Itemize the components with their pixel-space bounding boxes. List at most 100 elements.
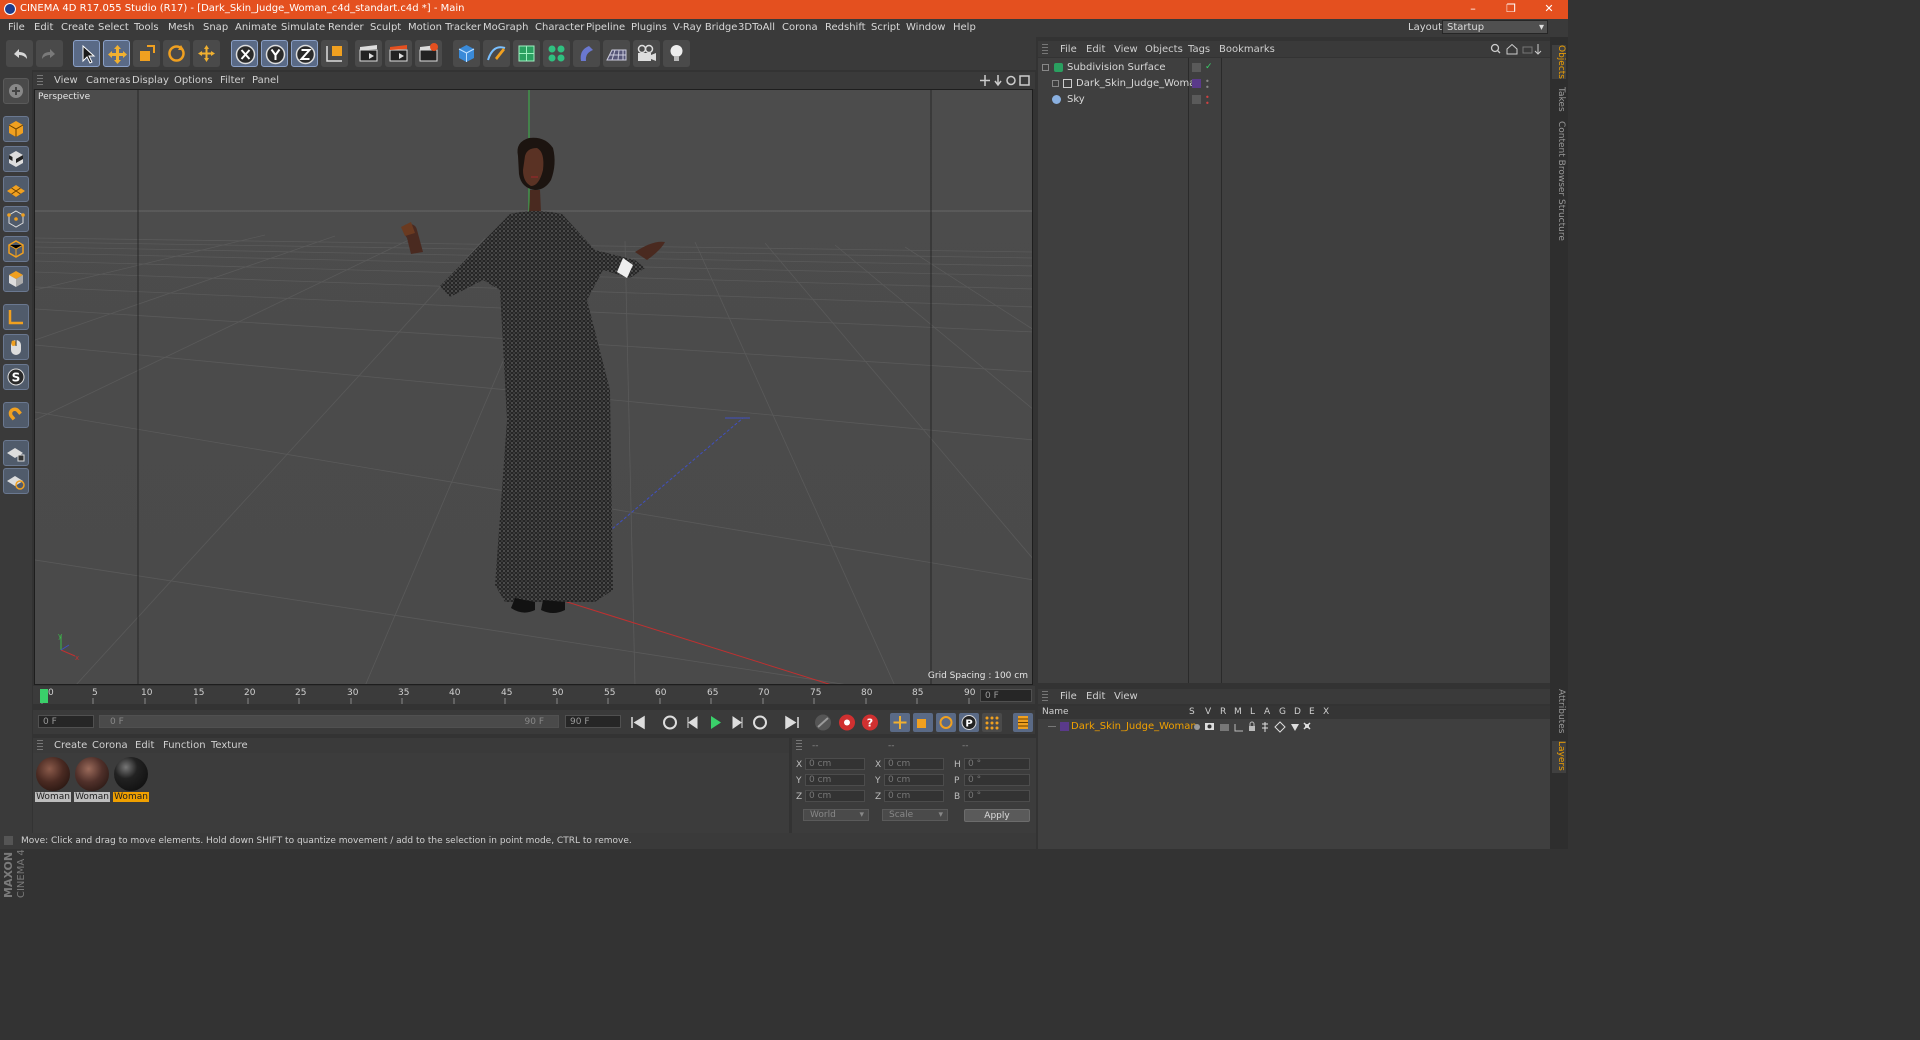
start-frame-field[interactable]: 0 F	[38, 715, 94, 728]
material-swatch-1[interactable]: Woman	[35, 757, 71, 803]
visibility-dots-icon[interactable]: • •	[1205, 78, 1214, 92]
autokeying-icon[interactable]: ?	[860, 713, 880, 732]
viewport-menu-panel[interactable]: Panel	[252, 75, 279, 86]
layer-menu-edit[interactable]: Edit	[1086, 691, 1105, 702]
menu-vray-bridge[interactable]: V-Ray Bridge	[673, 22, 737, 33]
column-animation[interactable]: A	[1264, 707, 1270, 717]
menu-window[interactable]: Window	[906, 22, 945, 33]
coordinate-space-dropdown[interactable]: World ▾	[803, 809, 869, 821]
tab-attributes[interactable]: Attributes	[1552, 689, 1566, 737]
object-row-subdivision-surface[interactable]: Subdivision Surface ✓	[1038, 60, 1550, 76]
frame-range-slider[interactable]: 0 F 90 F	[99, 715, 559, 728]
menu-redshift[interactable]: Redshift	[825, 22, 866, 33]
rotate-tool[interactable]	[163, 40, 190, 67]
column-generators[interactable]: G	[1279, 707, 1286, 717]
search-icon[interactable]	[1490, 43, 1500, 53]
menu-animate[interactable]: Animate	[235, 22, 277, 33]
add-cube-button[interactable]	[453, 40, 480, 67]
object-menu-objects[interactable]: Objects	[1145, 44, 1183, 55]
pos-x-field[interactable]: 0 cm	[805, 758, 865, 770]
add-cloner-button[interactable]	[543, 40, 570, 67]
home-icon[interactable]	[1506, 43, 1518, 55]
record-keyframe-icon[interactable]	[837, 713, 857, 732]
object-menu-edit[interactable]: Edit	[1086, 44, 1105, 55]
render-view-button[interactable]	[355, 40, 382, 67]
previous-frame-icon[interactable]	[683, 713, 703, 732]
size-mode-dropdown[interactable]: Scale ▾	[882, 809, 948, 821]
menu-3dtoall[interactable]: 3DToAll	[738, 22, 775, 33]
column-render[interactable]: R	[1220, 707, 1226, 717]
timeline-ruler[interactable]: 0 5 10 15 20 25 30 35 40 45 50 55 60 65 …	[33, 686, 1035, 704]
tab-takes[interactable]: Takes	[1552, 87, 1566, 115]
next-frame-icon[interactable]	[727, 713, 747, 732]
end-frame-field[interactable]: 90 F	[565, 715, 621, 728]
object-menu-view[interactable]: View	[1114, 44, 1138, 55]
tab-content-browser[interactable]: Content Browser	[1552, 121, 1566, 196]
perspective-viewport[interactable]: y x Perspective Grid Spacing : 100 cm	[34, 89, 1033, 685]
menu-select[interactable]: Select	[98, 22, 129, 33]
menu-corona[interactable]: Corona	[782, 22, 818, 33]
key-scale-icon[interactable]	[913, 713, 933, 732]
go-to-start-icon[interactable]	[628, 713, 648, 732]
coordinate-system-button[interactable]	[321, 40, 348, 67]
add-deformer-button[interactable]	[573, 40, 600, 67]
material-menu-corona[interactable]: Corona	[92, 740, 128, 751]
object-row-dark-skin-judge-woman[interactable]: Dark_Skin_Judge_Woman • •	[1038, 76, 1550, 92]
add-subdivision-surface-button[interactable]	[513, 40, 540, 67]
column-expressions[interactable]: E	[1309, 707, 1315, 717]
planar-workplane-button[interactable]	[3, 468, 29, 494]
current-frame-field[interactable]: 0 F	[980, 689, 1032, 702]
playhead[interactable]	[40, 689, 48, 703]
model-mode-button[interactable]	[3, 116, 29, 142]
points-mode-button[interactable]	[3, 206, 29, 232]
layer-menu-view[interactable]: View	[1114, 691, 1138, 702]
tab-layers[interactable]: Layers	[1552, 741, 1566, 773]
pos-z-field[interactable]: 0 cm	[805, 790, 865, 802]
rot-h-field[interactable]: 0 °	[964, 758, 1030, 770]
menu-create[interactable]: Create	[61, 22, 94, 33]
menu-snap[interactable]: Snap	[203, 22, 228, 33]
key-position-icon[interactable]	[890, 713, 910, 732]
apply-button[interactable]: Apply	[964, 809, 1030, 822]
menu-sculpt[interactable]: Sculpt	[370, 22, 401, 33]
timeline-window-icon[interactable]	[1013, 713, 1033, 732]
menu-pipeline[interactable]: Pipeline	[586, 22, 625, 33]
add-light-button[interactable]	[663, 40, 690, 67]
locked-workplane-button[interactable]	[3, 440, 29, 466]
play-icon[interactable]	[705, 713, 725, 732]
column-solo[interactable]: S	[1189, 707, 1195, 717]
tab-structure[interactable]: Structure	[1552, 199, 1566, 241]
menu-tools[interactable]: Tools	[134, 22, 159, 33]
size-x-field[interactable]: 0 cm	[884, 758, 944, 770]
move-tool[interactable]	[103, 40, 130, 67]
layer-color-swatch[interactable]	[1060, 722, 1069, 731]
column-deformers[interactable]: D	[1294, 707, 1301, 717]
menu-plugins[interactable]: Plugins	[631, 22, 667, 33]
column-visible[interactable]: V	[1205, 707, 1211, 717]
material-swatch-2[interactable]: Woman	[74, 757, 110, 803]
menu-file[interactable]: File	[8, 22, 25, 33]
expand-toggle-icon[interactable]	[1052, 80, 1059, 87]
z-axis-lock-button[interactable]	[291, 40, 318, 67]
close-button[interactable]: ✕	[1530, 0, 1568, 19]
edges-mode-button[interactable]	[3, 236, 29, 262]
add-spline-pen-button[interactable]	[483, 40, 510, 67]
x-axis-lock-button[interactable]	[231, 40, 258, 67]
viewport-menu-filter[interactable]: Filter	[220, 75, 245, 86]
visibility-dots-icon[interactable]: • •	[1205, 94, 1214, 108]
next-keyframe-icon[interactable]	[750, 713, 770, 732]
solo-mode-button[interactable]: S	[3, 364, 29, 390]
pos-y-field[interactable]: 0 cm	[805, 774, 865, 786]
size-y-field[interactable]: 0 cm	[884, 774, 944, 786]
menu-edit[interactable]: Edit	[34, 22, 53, 33]
rot-p-field[interactable]: 0 °	[964, 774, 1030, 786]
menu-help[interactable]: Help	[953, 22, 976, 33]
viewport-menu-options[interactable]: Options	[174, 75, 213, 86]
menu-character[interactable]: Character	[535, 22, 584, 33]
restore-button[interactable]: ❐	[1492, 0, 1530, 19]
make-editable-button[interactable]	[3, 78, 29, 104]
material-swatch-3[interactable]: Woman	[113, 757, 149, 803]
layout-select[interactable]: Startup ▾	[1442, 20, 1548, 34]
viewport-menu-display[interactable]: Display	[132, 75, 169, 86]
menu-mograph[interactable]: MoGraph	[483, 22, 528, 33]
